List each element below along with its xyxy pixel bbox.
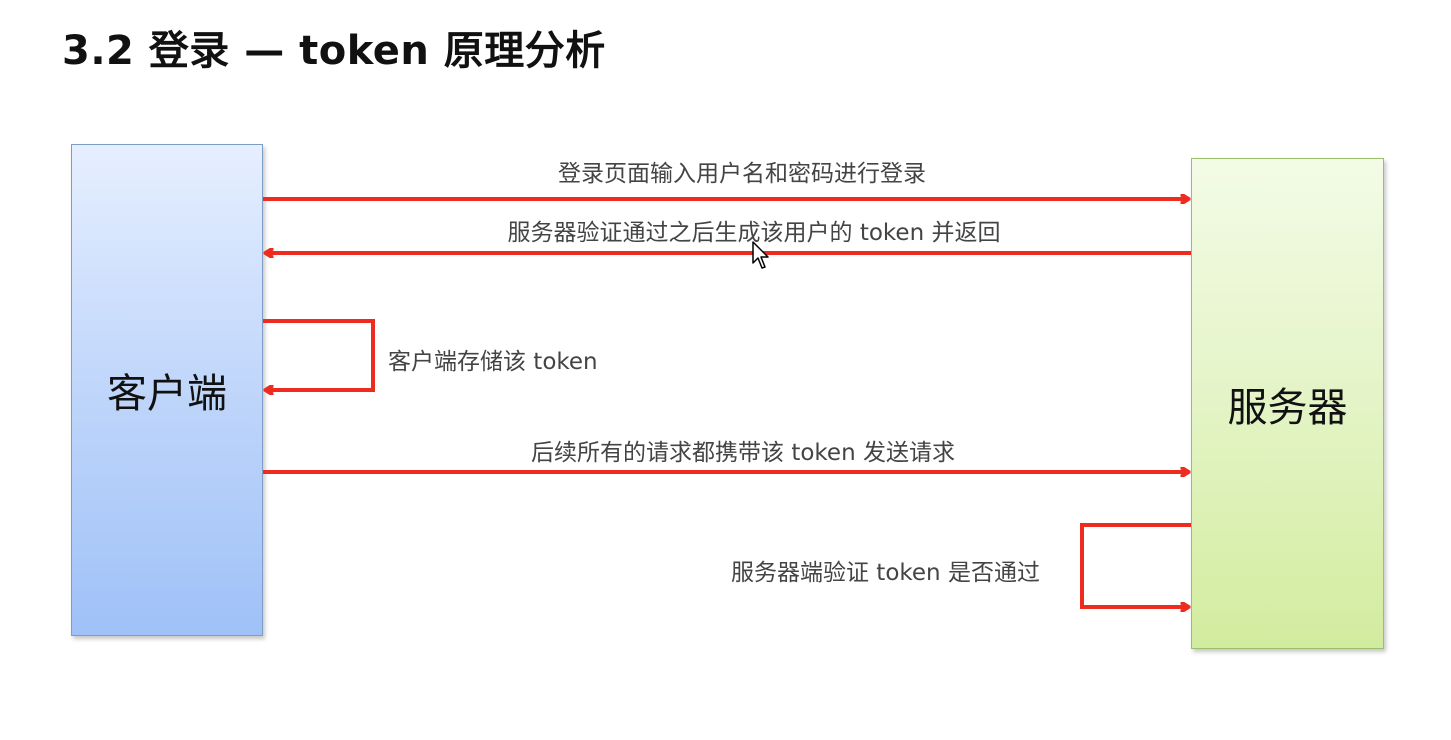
server-verify-message: 服务器端验证 token 是否通过	[731, 560, 1040, 586]
request-with-token-message: 后续所有的请求都携带该 token 发送请求	[531, 440, 955, 466]
mouse-pointer-icon	[752, 241, 769, 269]
server-verify-loop-arrow	[1080, 523, 1191, 607]
client-store-loop-arrow	[263, 319, 375, 390]
client-store-message: 客户端存储该 token	[388, 349, 598, 375]
arrows-layer	[263, 0, 1191, 740]
login-message: 登录页面输入用户名和密码进行登录	[558, 161, 926, 187]
